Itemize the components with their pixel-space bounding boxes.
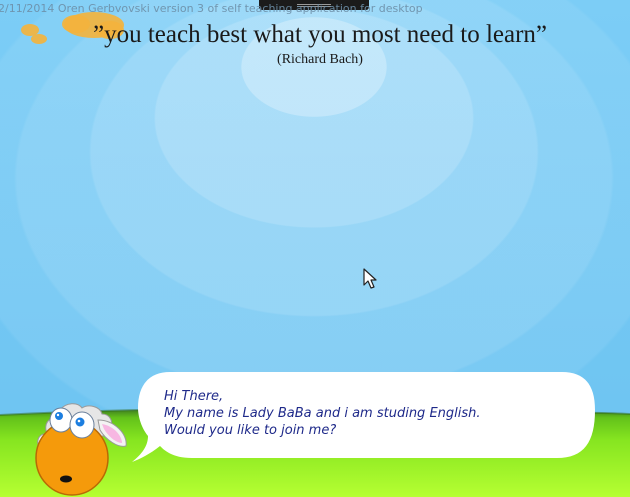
app-window: 2/11/2014 Oren Gerbvovski version 3 of s… xyxy=(0,0,630,497)
quote-author: (Richard Bach) xyxy=(277,52,363,67)
speech-bubble-text: Hi There, My name is Lady BaBa and i am … xyxy=(164,388,584,439)
sheep-icon[interactable] xyxy=(20,398,140,497)
quote-text: ”you teach best what you most need to le… xyxy=(92,21,548,48)
speech-line-greeting: Hi There, xyxy=(164,389,224,404)
speech-line-intro: My name is Lady BaBa and i am studing En… xyxy=(164,406,481,421)
arrow-cursor-icon xyxy=(363,268,377,289)
speech-line-invitation: Would you like to join me? xyxy=(164,423,337,438)
